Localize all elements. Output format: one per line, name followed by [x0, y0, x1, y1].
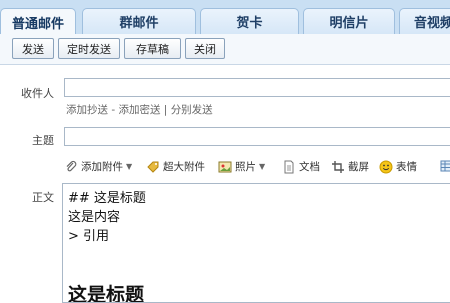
document-label: 文档: [299, 161, 320, 173]
save-draft-button[interactable]: 存草稿: [124, 38, 181, 59]
tag-icon: [146, 160, 160, 174]
tab-group-mail[interactable]: 群邮件: [82, 8, 196, 34]
compose-toolbar: 发送 定时发送 存草稿 关闭: [0, 34, 450, 65]
table-icon: [440, 159, 450, 173]
tab-greeting-card[interactable]: 贺卡: [200, 8, 299, 34]
separate-send-link[interactable]: 分别发送: [171, 104, 213, 116]
recipient-links: 添加抄送 - 添加密送 | 分别发送: [66, 102, 213, 117]
add-bcc-link[interactable]: 添加密送: [118, 104, 160, 116]
to-field[interactable]: [64, 78, 450, 97]
chevron-down-icon[interactable]: ▼: [259, 162, 265, 171]
document-icon: [282, 160, 296, 174]
crop-icon: [331, 160, 345, 174]
tab-normal-mail[interactable]: 普通邮件: [0, 8, 76, 34]
compose-tabs: 普通邮件 群邮件 贺卡 明信片 音视频: [0, 0, 450, 34]
smiley-icon: [379, 160, 393, 174]
add-attachment-button[interactable]: 添加附件 ▼: [64, 159, 132, 174]
send-button[interactable]: 发送: [12, 38, 54, 59]
tab-audio-video[interactable]: 音视频: [399, 8, 450, 34]
photo-label: 照片: [235, 161, 256, 173]
add-attachment-label: 添加附件: [81, 161, 123, 173]
tab-postcard[interactable]: 明信片: [303, 8, 395, 34]
editor-line: > 引用: [68, 229, 110, 244]
document-button[interactable]: 文档: [282, 159, 320, 174]
editor-line: 这是内容: [68, 210, 121, 225]
paperclip-icon: [64, 160, 78, 174]
schedule-send-button[interactable]: 定时发送: [58, 38, 120, 59]
link-separator: |: [160, 104, 171, 116]
large-attachment-label: 超大附件: [163, 161, 205, 173]
link-separator: -: [108, 104, 119, 116]
editor-toolbar: 添加附件 ▼ 超大附件 照片 ▼ 文档 截屏 表情: [62, 157, 450, 177]
emoji-button[interactable]: 表情: [379, 159, 417, 174]
photo-icon: [218, 160, 232, 174]
emoji-label: 表情: [396, 161, 417, 173]
chevron-down-icon[interactable]: ▼: [126, 162, 132, 171]
body-label: 正文: [32, 191, 54, 204]
close-button[interactable]: 关闭: [185, 38, 225, 59]
compose-form: 收件人 添加抄送 - 添加密送 | 分别发送 主题 添加附件 ▼ 超大附件 照片…: [0, 65, 450, 303]
editor-line: ## 这是标题: [68, 191, 146, 206]
photo-button[interactable]: 照片 ▼: [218, 159, 265, 174]
subject-field[interactable]: [64, 127, 450, 146]
subject-label: 主题: [32, 134, 54, 147]
screenshot-button[interactable]: 截屏: [331, 159, 369, 174]
more-toolbar-icon[interactable]: [440, 159, 450, 173]
add-cc-link[interactable]: 添加抄送: [66, 104, 108, 116]
screenshot-label: 截屏: [348, 161, 369, 173]
body-editor[interactable]: ## 这是标题 这是内容 > 引用 这是标题: [62, 183, 450, 303]
large-attachment-button[interactable]: 超大附件: [146, 159, 205, 174]
to-label: 收件人: [21, 87, 54, 100]
